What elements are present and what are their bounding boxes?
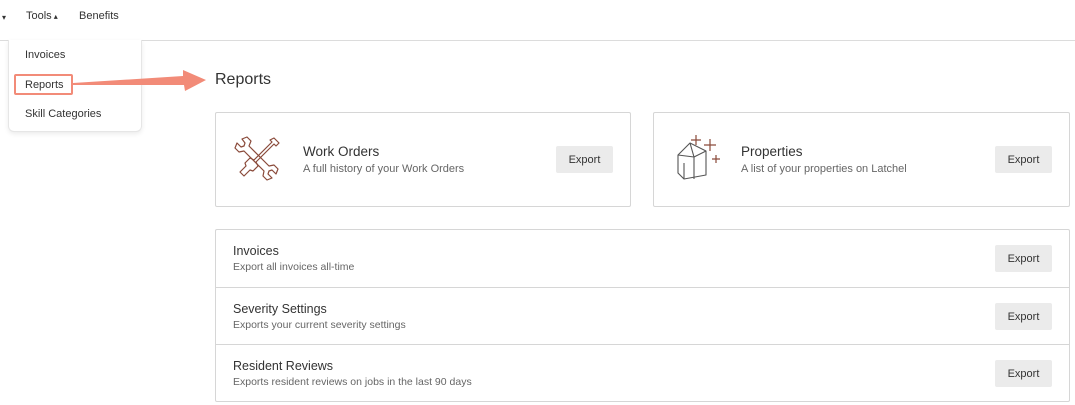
resident-reviews-title: Resident Reviews (233, 359, 334, 373)
export-invoices-button[interactable]: Export (995, 245, 1052, 272)
invoices-report-title: Invoices (233, 244, 279, 258)
reports-highlight-box (14, 74, 73, 95)
top-navigation: ▾ Tools ▴ Benefits (0, 0, 1075, 41)
work-orders-title: Work Orders (303, 144, 380, 159)
nav-tools-label: Tools (26, 10, 52, 22)
reports-list: Invoices Export all invoices all-time Ex… (215, 229, 1070, 402)
caret-up-icon: ▴ (53, 12, 58, 21)
export-properties-button[interactable]: Export (995, 146, 1052, 173)
dropdown-item-skill-categories[interactable]: Skill Categories (25, 108, 101, 120)
export-resident-reviews-button[interactable]: Export (995, 360, 1052, 387)
work-orders-card: Work Orders A full history of your Work … (215, 112, 631, 207)
house-icon (677, 135, 720, 180)
invoices-report-subtitle: Export all invoices all-time (233, 261, 355, 273)
export-severity-settings-button[interactable]: Export (995, 303, 1052, 330)
work-orders-subtitle: A full history of your Work Orders (303, 163, 465, 175)
page-title: Reports (215, 71, 272, 88)
resident-reviews-subtitle: Exports resident reviews on jobs in the … (233, 376, 472, 388)
properties-title: Properties (741, 144, 803, 159)
menu-caret-icon[interactable]: ▾ (2, 13, 6, 22)
list-item: Invoices Export all invoices all-time Ex… (216, 230, 1069, 287)
severity-settings-subtitle: Exports your current severity settings (233, 319, 406, 331)
tools-icon (234, 136, 280, 181)
list-item: Resident Reviews Exports resident review… (216, 344, 1069, 402)
annotation-arrow-icon (73, 70, 206, 91)
severity-settings-title: Severity Settings (233, 302, 327, 316)
dropdown-item-invoices[interactable]: Invoices (25, 49, 65, 61)
list-item: Severity Settings Exports your current s… (216, 287, 1069, 344)
properties-card: Properties A list of your properties on … (653, 112, 1070, 207)
nav-benefits[interactable]: Benefits (79, 10, 119, 22)
export-work-orders-button[interactable]: Export (556, 146, 613, 173)
properties-subtitle: A list of your properties on Latchel (741, 163, 907, 175)
nav-tools[interactable]: Tools ▴ (26, 10, 58, 22)
